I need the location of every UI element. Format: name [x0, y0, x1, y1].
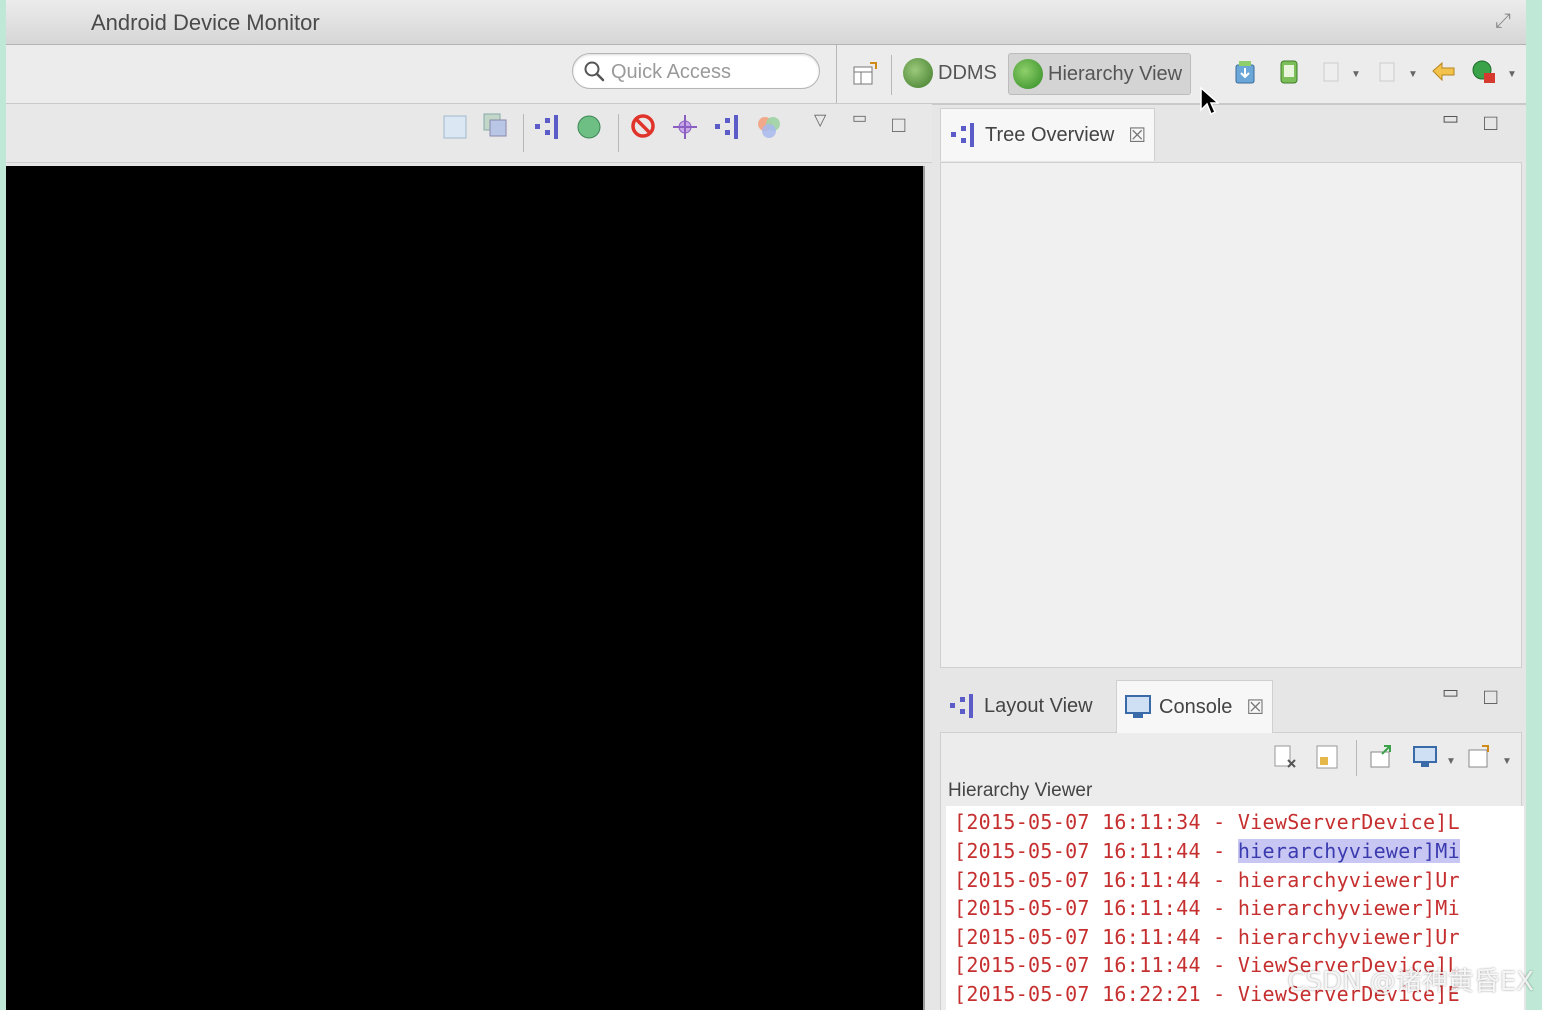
tab-tree-overview[interactable]: Tree Overview ☒ — [940, 108, 1156, 161]
back-arrow-icon[interactable] — [1431, 59, 1457, 85]
stop-icon[interactable] — [630, 113, 656, 139]
globe-icon[interactable] — [576, 114, 602, 140]
perspective-label: DDMS — [938, 61, 997, 84]
maximize-icon[interactable]: □ — [1484, 684, 1497, 710]
chevron-down-icon[interactable]: ▼ — [1507, 69, 1517, 80]
device-canvas[interactable] — [6, 166, 925, 1010]
watermark: CSDN @诸神黄昏EX — [1287, 967, 1534, 997]
tree-overview-pane — [940, 162, 1522, 668]
tab-label: Layout View — [984, 694, 1093, 717]
minimize-icon[interactable]: ▭ — [1442, 108, 1459, 129]
console-title: Hierarchy Viewer — [948, 780, 1093, 801]
fullscreen-icon[interactable]: ⤢ — [1490, 8, 1516, 34]
toolbar-divider — [523, 114, 524, 152]
maximize-icon[interactable]: □ — [892, 112, 905, 138]
close-icon[interactable]: ☒ — [1246, 695, 1264, 720]
tree-overview-icon — [951, 123, 974, 147]
chevron-down-icon[interactable]: ▼ — [1408, 69, 1418, 80]
toolbar-divider — [836, 45, 837, 103]
quick-access-input[interactable]: Quick Access — [572, 53, 820, 89]
tab-label: Tree Overview — [985, 123, 1115, 146]
save-image-icon[interactable] — [442, 114, 468, 140]
run-debug-icon[interactable] — [1471, 59, 1497, 85]
log-line: [2015-05-07 16:11:44 - hierarchyviewer]M… — [954, 896, 1460, 920]
capture-layers-icon[interactable] — [482, 112, 508, 138]
layout-view-icon — [950, 694, 973, 718]
log-line: [2015-05-07 16:11:44 - hierarchyviewer]M… — [954, 839, 1460, 863]
crosshair-icon[interactable] — [672, 114, 698, 140]
title-bar: Android Device Monitor ⤢ — [6, 0, 1526, 45]
load-view-hierarchy-icon[interactable] — [1232, 59, 1258, 85]
open-console-icon[interactable] — [1466, 744, 1492, 770]
window-title: Android Device Monitor — [91, 10, 320, 35]
scroll-lock-icon[interactable] — [1314, 744, 1340, 770]
minimize-icon[interactable]: ▭ — [852, 108, 867, 128]
open-perspective-icon[interactable] — [852, 61, 878, 87]
perspective-hierarchy-view[interactable]: Hierarchy View — [1008, 53, 1192, 95]
color-palette-icon[interactable] — [756, 114, 782, 140]
tree-hierarchy-icon[interactable] — [714, 114, 740, 140]
pin-console-icon[interactable] — [1368, 744, 1394, 770]
main-toolbar: Quick Access DDMS Hierarchy View ▼ ▼ ▼ — [6, 45, 1526, 105]
log-line: [2015-05-07 16:11:44 - hierarchyviewer]U… — [954, 925, 1460, 949]
tab-console[interactable]: Console ☒ — [1116, 680, 1274, 733]
device-screen-icon[interactable] — [1276, 59, 1302, 85]
search-icon — [584, 61, 605, 82]
mouse-cursor-icon — [1200, 86, 1219, 116]
selected-text: hierarchyviewer]Mi — [1237, 839, 1460, 863]
log-line: [2015-05-07 16:11:34 - ViewServerDevice]… — [954, 810, 1460, 834]
minimize-icon[interactable]: ▭ — [1442, 682, 1459, 703]
view-menu-icon[interactable]: ▽ — [814, 110, 826, 130]
chevron-down-icon[interactable]: ▼ — [1446, 756, 1456, 767]
perspective-ddms[interactable]: DDMS — [899, 53, 1005, 93]
redo-icon[interactable] — [1374, 59, 1400, 85]
chevron-down-icon[interactable]: ▼ — [1351, 69, 1361, 80]
maximize-icon[interactable]: □ — [1484, 110, 1497, 136]
undo-icon[interactable] — [1318, 59, 1344, 85]
close-icon[interactable]: ☒ — [1128, 123, 1146, 148]
toolbar-divider — [891, 55, 892, 95]
hierarchy-view-icon — [1013, 59, 1043, 89]
tab-label: Console — [1159, 695, 1233, 718]
tab-layout-view[interactable]: Layout View — [940, 680, 1101, 732]
console-icon — [1125, 695, 1151, 718]
toolbar-divider — [618, 114, 619, 152]
log-line: [2015-05-07 16:11:44 - hierarchyviewer]U… — [954, 868, 1460, 892]
pixel-perfect-toolbar: ▽ ▭ □ — [6, 104, 932, 163]
toolbar-divider — [1356, 740, 1357, 776]
app-window: Android Device Monitor ⤢ Quick Access DD… — [6, 0, 1526, 1010]
ddms-icon — [903, 58, 933, 88]
quick-access-placeholder: Quick Access — [611, 61, 732, 83]
display-console-icon[interactable] — [1412, 744, 1438, 770]
chevron-down-icon[interactable]: ▼ — [1502, 756, 1512, 767]
tree-hierarchy-icon[interactable] — [534, 114, 560, 140]
perspective-label: Hierarchy View — [1048, 62, 1183, 85]
clear-console-icon[interactable] — [1272, 744, 1298, 770]
